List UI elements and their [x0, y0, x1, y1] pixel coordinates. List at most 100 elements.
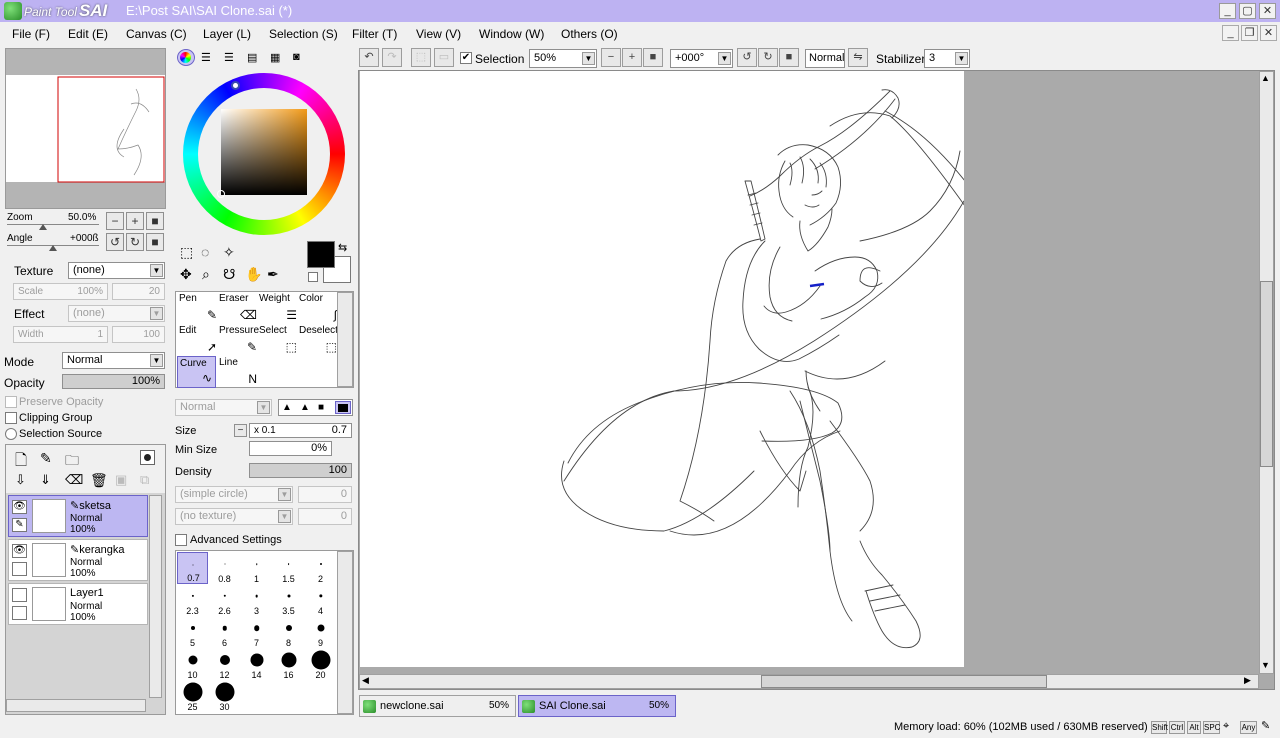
brush-size-preset[interactable]: 1.5	[273, 552, 304, 584]
brush-size-preset[interactable]: 5	[177, 616, 208, 648]
intermediate-tab-icon[interactable]: ▤	[247, 51, 257, 64]
brush-size-preset[interactable]: 7	[241, 616, 272, 648]
layer-hscrollbar[interactable]	[6, 699, 146, 712]
saturation-value-square[interactable]	[221, 109, 307, 195]
brush-size-preset[interactable]: 16	[273, 648, 304, 680]
new-folder-icon[interactable]: 🗀	[65, 450, 79, 474]
brush-size-scrollbar[interactable]	[337, 551, 353, 714]
magic-wand-icon[interactable]: ✧	[223, 244, 235, 261]
view-mode-button[interactable]: Normal	[805, 49, 845, 68]
brush-size-preset[interactable]: 12	[209, 648, 240, 680]
zoom-select[interactable]: 50% ▼	[529, 49, 597, 68]
zoom-slider[interactable]	[7, 224, 99, 225]
menu-selection[interactable]: Selection (S)	[269, 22, 338, 46]
doc-close-button[interactable]: ✕	[1260, 25, 1277, 41]
clipping-group-checkbox[interactable]	[5, 412, 17, 424]
brush-size-preset[interactable]: 2	[305, 552, 336, 584]
canvas-vscroll-thumb[interactable]	[1260, 281, 1273, 467]
opacity-slider[interactable]: 100%	[62, 374, 165, 389]
rgb-slider-tab-icon[interactable]: ☰	[201, 51, 211, 64]
min-size-slider[interactable]: 0%	[249, 441, 332, 456]
hsv-slider-tab-icon[interactable]: ☰	[224, 51, 234, 64]
tool-select[interactable]: Select ⬚	[257, 324, 300, 356]
menu-filter[interactable]: Filter (T)	[352, 22, 397, 46]
density-slider[interactable]: 100	[249, 463, 352, 478]
tool-color[interactable]: Color ∫	[297, 292, 340, 324]
menu-others[interactable]: Others (O)	[561, 22, 618, 46]
visibility-toggle[interactable]	[12, 588, 27, 602]
advanced-settings-checkbox[interactable]	[175, 534, 187, 546]
scratchpad-tab-icon[interactable]: ◙	[293, 51, 300, 63]
doc-tab-sai-clone[interactable]: SAI Clone.sai 50%	[518, 695, 676, 717]
lock-slot[interactable]	[12, 562, 27, 576]
move-icon[interactable]: ✥	[180, 266, 192, 283]
tool-edit[interactable]: Edit ➚	[177, 324, 220, 356]
scroll-right-icon[interactable]: ▶	[1244, 675, 1251, 686]
eye-icon[interactable]: 👁	[12, 500, 27, 514]
selection-source-radio[interactable]	[5, 428, 17, 440]
size-multiplier-button[interactable]: −	[234, 424, 247, 437]
brush-size-preset[interactable]: 20	[305, 648, 336, 680]
zoom-in-button[interactable]: +	[126, 212, 144, 230]
size-slider[interactable]: x 0.1 0.7	[249, 423, 352, 438]
tool-list-scrollbar[interactable]	[337, 292, 353, 387]
brush-size-preset[interactable]: 3.5	[273, 584, 304, 616]
new-linework-layer-icon[interactable]: ✎	[40, 450, 52, 467]
doc-tab-newclone[interactable]: newclone.sai 50%	[359, 695, 516, 717]
brush-size-preset[interactable]: 30	[209, 680, 240, 712]
delete-layer-icon[interactable]: 🗑	[90, 472, 108, 489]
zoom-reset-button[interactable]: ■	[146, 212, 164, 230]
canvas-rotate-left-button[interactable]: ↺	[737, 48, 757, 67]
brush-size-preset[interactable]: 3	[241, 584, 272, 616]
brush-shape-selector[interactable]: ▲ ▲ ■	[278, 399, 353, 416]
preserve-opacity-checkbox[interactable]	[5, 396, 17, 408]
doc-restore-button[interactable]: ❐	[1241, 25, 1258, 41]
brush-size-preset[interactable]: 0.7	[177, 552, 208, 584]
brush-shape-square-icon[interactable]	[335, 401, 351, 414]
menu-window[interactable]: Window (W)	[479, 22, 544, 46]
transfer-down-icon[interactable]: ⇩	[15, 472, 26, 488]
tool-weight[interactable]: Weight ☰	[257, 292, 300, 324]
navigator-panel[interactable]	[5, 48, 166, 209]
brush-size-preset[interactable]: 2.6	[209, 584, 240, 616]
canvas-rotate-right-button[interactable]: ↻	[758, 48, 778, 67]
menu-file[interactable]: File (F)	[12, 22, 50, 46]
layer-row[interactable]: Layer1 Normal 100%	[8, 583, 148, 625]
scroll-up-icon[interactable]: ▲	[1261, 73, 1270, 83]
zoom-out-button[interactable]: −	[106, 212, 124, 230]
undo-icon[interactable]: ↶	[359, 48, 379, 67]
drawing-canvas[interactable]	[360, 71, 1029, 667]
rect-select-icon[interactable]: ⬚	[180, 244, 193, 261]
scroll-down-icon[interactable]: ▼	[1261, 660, 1270, 670]
minimize-button[interactable]: _	[1219, 3, 1236, 19]
brush-size-preset[interactable]: 9	[305, 616, 336, 648]
brush-size-preset[interactable]: 10	[177, 648, 208, 680]
menu-canvas[interactable]: Canvas (C)	[126, 22, 187, 46]
texture-select[interactable]: (none) ▼	[68, 262, 165, 279]
lasso-icon[interactable]: ◌	[201, 244, 209, 260]
zoom-icon[interactable]: ⌕	[202, 266, 210, 283]
stabilizer-select[interactable]: 3 ▼	[924, 49, 970, 68]
hue-marker[interactable]	[231, 81, 240, 90]
tool-deselect[interactable]: Deselect ⬚	[297, 324, 340, 356]
close-button[interactable]: ✕	[1259, 3, 1276, 19]
reset-colors-icon[interactable]	[308, 272, 318, 282]
brush-size-preset[interactable]: 25	[177, 680, 208, 712]
layer-mode-select[interactable]: Normal ▼	[62, 352, 165, 369]
tool-pen[interactable]: Pen ✎	[177, 292, 220, 324]
brush-size-preset[interactable]: 2.3	[177, 584, 208, 616]
lock-slot[interactable]	[12, 606, 27, 620]
menu-layer[interactable]: Layer (L)	[203, 22, 251, 46]
zoom-slider-thumb[interactable]	[39, 224, 47, 230]
rotate-reset-button[interactable]: ■	[146, 233, 164, 251]
color-wheel-tab[interactable]	[177, 49, 195, 66]
tool-eraser[interactable]: Eraser ⌫	[217, 292, 260, 324]
brush-size-preset[interactable]: 14	[241, 648, 272, 680]
flip-canvas-icon[interactable]: ⇋	[848, 48, 868, 67]
tool-curve[interactable]: Curve ∿	[177, 356, 216, 388]
tool-pressure[interactable]: Pressure ✎	[217, 324, 260, 356]
hand-icon[interactable]: ✋	[245, 266, 262, 283]
menu-edit[interactable]: Edit (E)	[68, 22, 108, 46]
clear-layer-icon[interactable]: ⌫	[65, 472, 83, 488]
tool-line[interactable]: Line Ν	[217, 356, 260, 388]
